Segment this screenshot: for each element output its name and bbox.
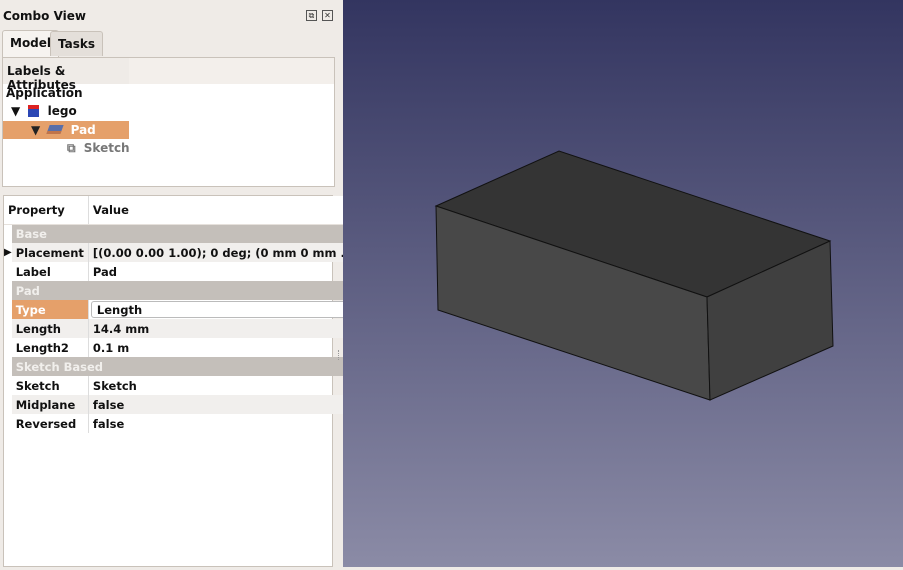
close-icon[interactable]: ✕ <box>322 10 333 21</box>
tree-item-label: Sketch <box>83 141 130 155</box>
tree-item-sketch[interactable]: ⧉ Sketch <box>67 139 130 157</box>
group-base: Base <box>11 224 358 243</box>
pad-icon <box>46 125 65 134</box>
tree-item-pad[interactable]: ▼ Pad <box>3 121 129 139</box>
tree-item-label: Pad <box>70 123 96 137</box>
type-dropdown[interactable]: Length⌄ <box>90 301 356 318</box>
splitter-handle[interactable] <box>338 350 341 360</box>
tab-tasks[interactable]: Tasks <box>50 31 104 56</box>
property-row-type[interactable]: TypeLength⌄ <box>4 300 358 319</box>
tree-header: Labels & Attributes <box>3 58 129 92</box>
property-row-label[interactable]: Label Pad <box>4 262 358 281</box>
group-pad: Pad <box>11 281 358 300</box>
expand-arrow-icon[interactable]: ▼ <box>31 123 40 137</box>
document-icon <box>28 105 40 117</box>
tree-item-lego[interactable]: ▼ lego <box>11 102 77 120</box>
combo-view-panel: Combo View ⧉ ✕ Model Tasks Labels & Attr… <box>0 0 358 567</box>
panel-title: Combo View <box>3 9 86 23</box>
column-header-value: Value <box>88 196 358 225</box>
pad-solid[interactable] <box>343 0 903 567</box>
property-row-midplane[interactable]: Midplane false <box>4 395 358 414</box>
column-header-property: Property <box>4 196 89 225</box>
expand-arrow-icon[interactable]: ▶ <box>4 243 12 262</box>
group-sketch-based: Sketch Based <box>11 357 358 376</box>
float-icon[interactable]: ⧉ <box>306 10 317 21</box>
property-editor: Property Value Base ▶ Placement [(0.00 0.00… <box>3 195 358 567</box>
property-row-reversed[interactable]: Reversed false <box>4 414 358 433</box>
property-row-length2[interactable]: Length2 0.1 m <box>4 338 358 357</box>
property-row-sketch[interactable]: Sketch Sketch <box>4 376 358 395</box>
property-row-length[interactable]: Length 14.4 mm <box>4 319 358 338</box>
3d-viewport[interactable] <box>343 0 903 567</box>
tree-root: Application <box>6 86 83 100</box>
expand-arrow-icon[interactable]: ▼ <box>11 104 20 118</box>
property-row-placement[interactable]: ▶ Placement [(0.00 0.00 1.00); 0 deg; (0 m… <box>4 243 358 262</box>
tree-item-label: lego <box>47 104 77 118</box>
model-tree: Labels & Attributes Application ▼ lego ▼… <box>2 57 335 187</box>
sketch-icon: ⧉ <box>67 141 76 155</box>
